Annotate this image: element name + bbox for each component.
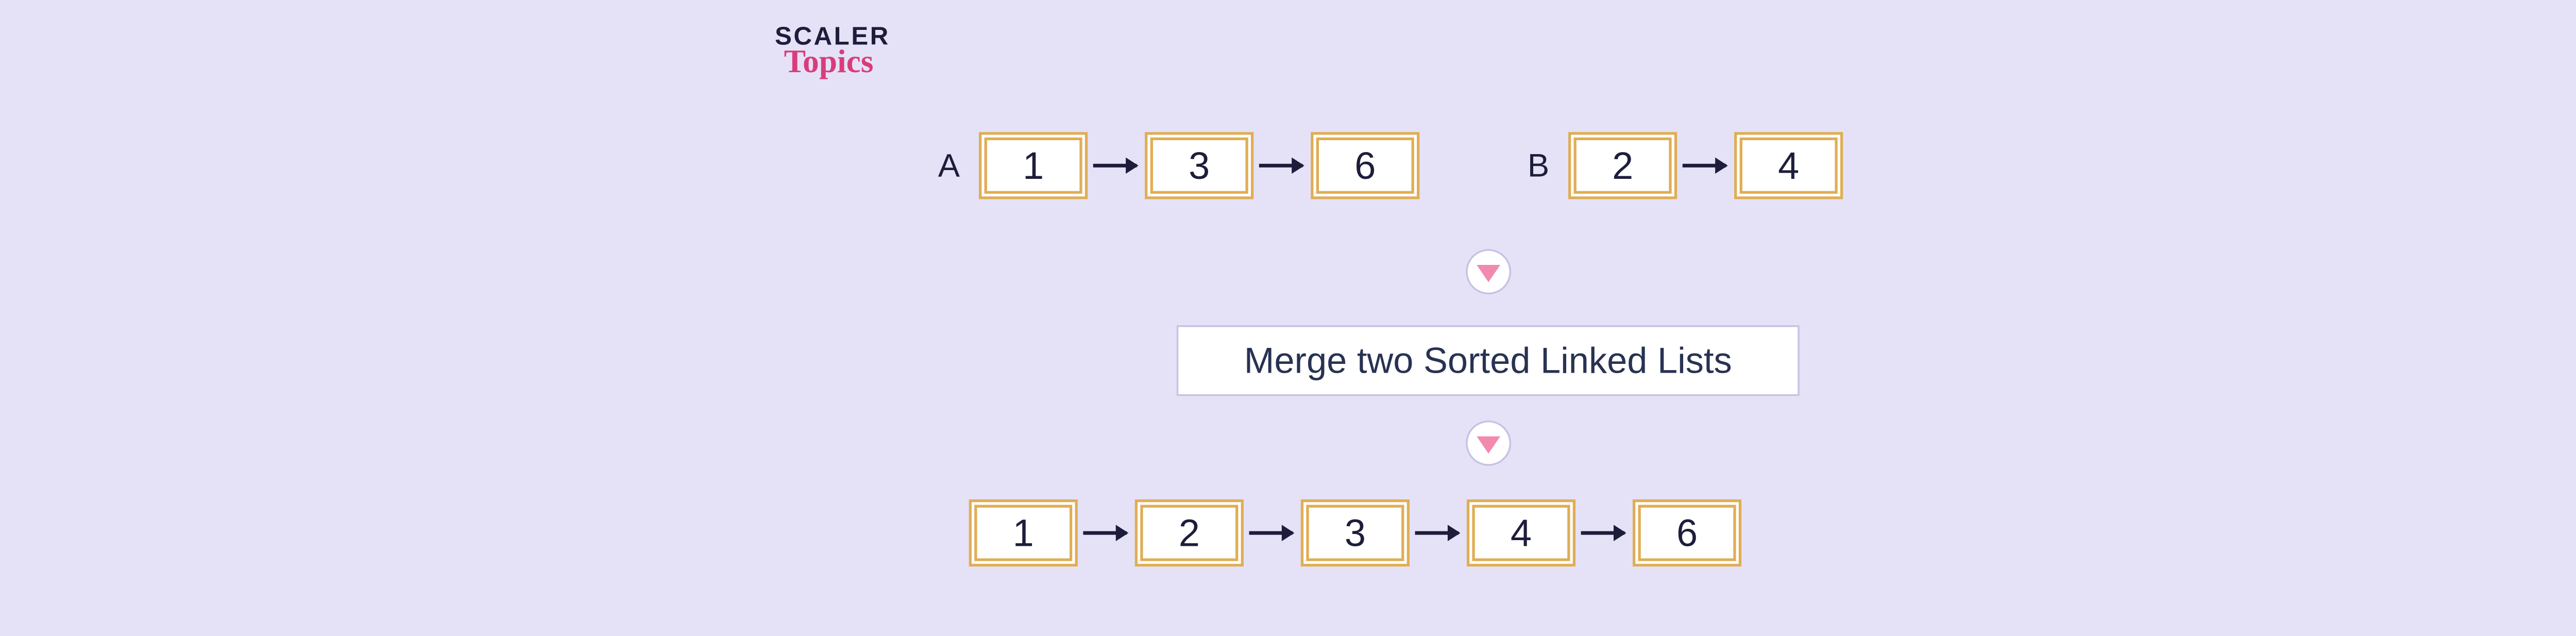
arrow-icon [1683,164,1726,168]
list-b-label: B [1528,147,1549,184]
arrow-icon [1249,531,1292,535]
step-down-icon [1466,249,1511,294]
arrow-icon [1415,531,1459,535]
input-lists-row: A 1 3 6 B 2 4 [938,132,1843,199]
result-node-3: 4 [1467,499,1575,566]
diagram-canvas: SCALER Topics A 1 3 6 B 2 4 Merge two So… [0,0,2576,636]
operation-label: Merge two Sorted Linked Lists [1244,340,1732,381]
result-node-1: 2 [1135,499,1244,566]
triangle-down-icon [1477,437,1500,454]
list-b-node-1: 4 [1734,132,1843,199]
list-a-label: A [938,147,960,184]
step-down-icon [1466,421,1511,466]
list-a-node-1: 3 [1145,132,1253,199]
scaler-topics-logo: SCALER Topics [775,23,890,78]
result-list-row: 1 2 3 4 6 [969,499,1742,566]
logo-line2: Topics [784,45,874,77]
result-node-0: 1 [969,499,1078,566]
diagram-content: SCALER Topics A 1 3 6 B 2 4 Merge two So… [775,23,2316,613]
list-a-node-2: 6 [1311,132,1419,199]
arrow-icon [1083,531,1126,535]
result-node-4: 6 [1633,499,1741,566]
result-node-2: 3 [1301,499,1410,566]
arrow-icon [1581,531,1624,535]
operation-box: Merge two Sorted Linked Lists [1177,325,1800,396]
list-b-node-0: 2 [1568,132,1677,199]
triangle-down-icon [1477,265,1500,282]
arrow-icon [1259,164,1302,168]
arrow-icon [1093,164,1137,168]
list-a-node-0: 1 [979,132,1088,199]
